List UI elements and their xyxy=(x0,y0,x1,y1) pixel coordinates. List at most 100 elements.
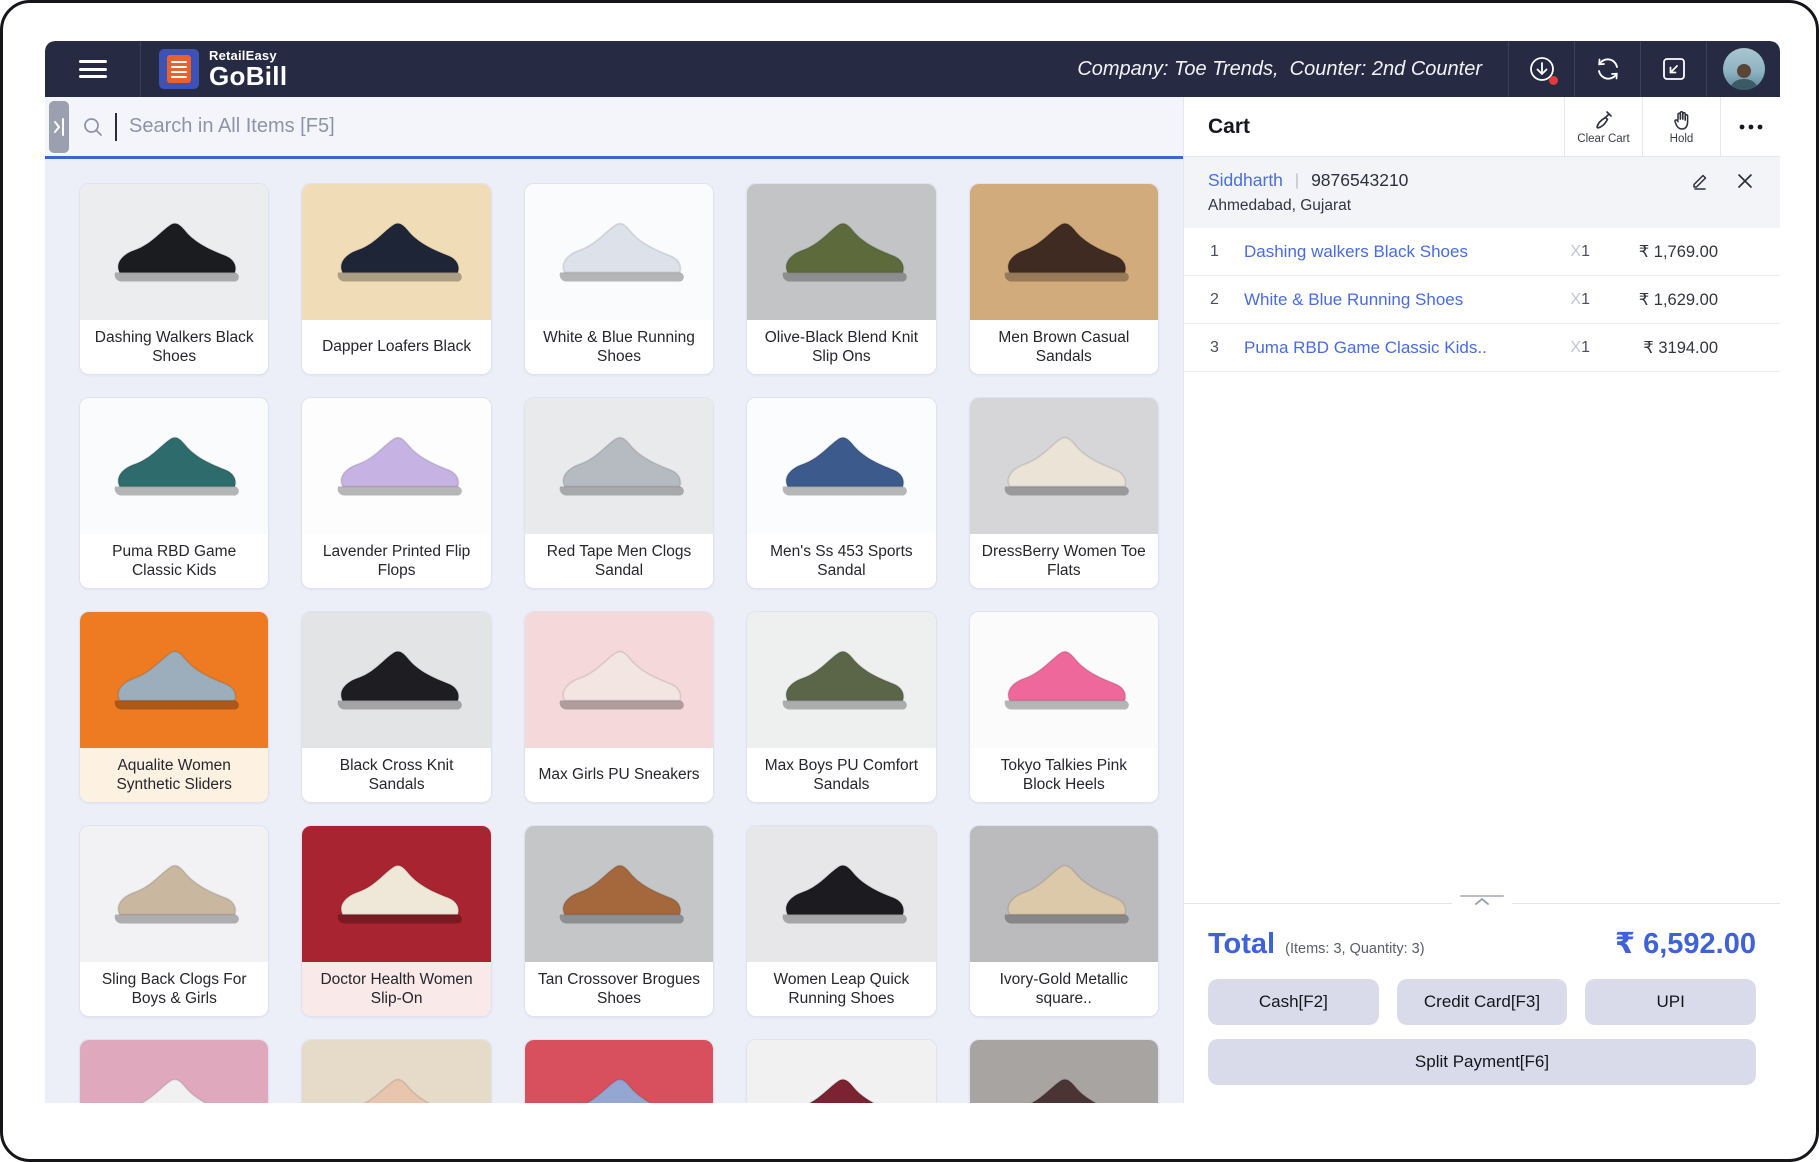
product-image xyxy=(525,398,713,534)
cart-item-name[interactable]: White & Blue Running Shoes xyxy=(1244,290,1534,310)
pay-cash-button[interactable]: Cash[F2] xyxy=(1208,979,1379,1025)
search-bar xyxy=(45,97,1183,159)
product-card[interactable]: Max Boys PU Comfort Sandals xyxy=(746,611,936,803)
shoe-icon xyxy=(329,1072,465,1103)
cart-item-name[interactable]: Dashing walkers Black Shoes xyxy=(1244,242,1534,262)
product-card[interactable]: Puma RBD Game Classic Kids xyxy=(79,397,269,589)
cart-item-quantity: X1 xyxy=(1534,291,1590,309)
exit-fullscreen-icon xyxy=(1660,55,1688,83)
hamburger-menu-button[interactable] xyxy=(45,41,141,97)
product-card[interactable]: Ivory-Gold Metallic square.. xyxy=(969,825,1159,1017)
product-image xyxy=(80,184,268,320)
exit-fullscreen-button[interactable] xyxy=(1640,41,1706,97)
edit-customer-button[interactable] xyxy=(1690,171,1710,191)
cart-item-row[interactable]: 2 White & Blue Running Shoes X1 ₹ 1,629.… xyxy=(1184,276,1780,324)
product-card[interactable] xyxy=(524,1039,714,1103)
shoe-icon xyxy=(329,644,465,716)
panel-collapse-handle[interactable] xyxy=(49,101,69,153)
navbar-spacer xyxy=(305,41,1077,97)
cart-item-row[interactable]: 3 Puma RBD Game Classic Kids.. X1 ₹ 3194… xyxy=(1184,324,1780,372)
product-card[interactable]: Men's Ss 453 Sports Sandal xyxy=(746,397,936,589)
product-card[interactable] xyxy=(79,1039,269,1103)
customer-name[interactable]: Siddharth xyxy=(1208,170,1283,191)
product-image xyxy=(302,826,490,962)
download-button[interactable] xyxy=(1508,41,1574,97)
product-name: Olive-Black Blend Knit Slip Ons xyxy=(747,320,935,374)
pencil-icon xyxy=(1690,171,1710,191)
avatar xyxy=(1723,48,1765,90)
cart-item-price: ₹ 1,769.00 xyxy=(1590,242,1718,262)
shoe-icon xyxy=(996,1072,1132,1103)
product-name: Men's Ss 453 Sports Sandal xyxy=(747,534,935,588)
product-card[interactable]: Olive-Black Blend Knit Slip Ons xyxy=(746,183,936,375)
ellipsis-icon xyxy=(1739,124,1763,130)
shoe-icon xyxy=(551,858,687,930)
footer-collapse-handle[interactable] xyxy=(1452,895,1512,905)
total-label: Total xyxy=(1208,928,1275,961)
cart-pane: Cart Clear Cart xyxy=(1183,97,1780,1103)
clear-cart-label: Clear Cart xyxy=(1577,133,1629,145)
cart-item-name[interactable]: Puma RBD Game Classic Kids.. xyxy=(1244,338,1534,358)
shoe-icon xyxy=(551,1072,687,1103)
product-card[interactable]: Doctor Health Women Slip-On xyxy=(301,825,491,1017)
search-input-wrap xyxy=(81,113,1169,141)
product-image xyxy=(302,398,490,534)
total-meta: (Items: 3, Quantity: 3) xyxy=(1285,941,1424,957)
product-image xyxy=(747,1040,935,1103)
product-card[interactable]: Black Cross Knit Sandals xyxy=(301,611,491,803)
product-image xyxy=(970,398,1158,534)
product-card[interactable]: White & Blue Running Shoes xyxy=(524,183,714,375)
hamburger-icon xyxy=(79,60,107,78)
total-row: Total (Items: 3, Quantity: 3) ₹ 6,592.00 xyxy=(1208,926,1756,961)
product-card[interactable]: Aqualite Women Synthetic Sliders xyxy=(79,611,269,803)
remove-customer-button[interactable] xyxy=(1736,172,1754,190)
product-card[interactable] xyxy=(969,1039,1159,1103)
cart-more-button[interactable] xyxy=(1720,97,1780,156)
cart-item-row[interactable]: 1 Dashing walkers Black Shoes X1 ₹ 1,769… xyxy=(1184,228,1780,276)
search-input[interactable] xyxy=(127,114,1169,139)
quantity-x: X xyxy=(1570,243,1581,260)
product-card[interactable]: Men Brown Casual Sandals xyxy=(969,183,1159,375)
shoe-icon xyxy=(106,858,242,930)
product-card[interactable]: DressBerry Women Toe Flats xyxy=(969,397,1159,589)
shoe-icon xyxy=(774,1072,910,1103)
product-card[interactable] xyxy=(746,1039,936,1103)
shoe-icon xyxy=(774,216,910,288)
pay-credit-card-button[interactable]: Credit Card[F3] xyxy=(1397,979,1568,1025)
close-icon xyxy=(1736,172,1754,190)
clear-cart-button[interactable]: Clear Cart xyxy=(1564,97,1642,156)
refresh-button[interactable] xyxy=(1574,41,1640,97)
logo-mark-icon xyxy=(159,49,199,89)
payment-buttons-row: Cash[F2] Credit Card[F3] UPI xyxy=(1208,979,1756,1025)
product-image xyxy=(970,184,1158,320)
product-card[interactable]: Sling Back Clogs For Boys & Girls xyxy=(79,825,269,1017)
customer-location: Ahmedabad, Gujarat xyxy=(1208,197,1754,215)
product-image xyxy=(970,612,1158,748)
refresh-icon xyxy=(1593,54,1623,84)
product-card[interactable]: Dashing Walkers Black Shoes xyxy=(79,183,269,375)
product-image xyxy=(80,826,268,962)
product-card[interactable]: Women Leap Quick Running Shoes xyxy=(746,825,936,1017)
cart-header: Cart Clear Cart xyxy=(1184,97,1780,157)
pay-upi-button[interactable]: UPI xyxy=(1585,979,1756,1025)
cart-item-price: ₹ 1,629.00 xyxy=(1590,290,1718,310)
product-card[interactable]: Tan Crossover Brogues Shoes xyxy=(524,825,714,1017)
shoe-icon xyxy=(774,644,910,716)
hold-button[interactable]: Hold xyxy=(1642,97,1720,156)
product-card[interactable]: Red Tape Men Clogs Sandal xyxy=(524,397,714,589)
quantity-x: X xyxy=(1570,291,1581,308)
split-payment-button[interactable]: Split Payment[F6] xyxy=(1208,1039,1756,1085)
product-image xyxy=(970,826,1158,962)
product-image xyxy=(525,826,713,962)
app-body: Dashing Walkers Black Shoes Dapper Loafe… xyxy=(45,97,1780,1103)
product-card[interactable]: Lavender Printed Flip Flops xyxy=(301,397,491,589)
product-image xyxy=(747,612,935,748)
product-card[interactable]: Max Girls PU Sneakers xyxy=(524,611,714,803)
shoe-icon xyxy=(996,858,1132,930)
customer-phone: 9876543210 xyxy=(1311,170,1408,191)
product-card[interactable]: Tokyo Talkies Pink Block Heels xyxy=(969,611,1159,803)
product-card[interactable]: Dapper Loafers Black xyxy=(301,183,491,375)
product-name: Doctor Health Women Slip-On xyxy=(302,962,490,1016)
user-avatar-button[interactable] xyxy=(1706,41,1780,97)
product-card[interactable] xyxy=(301,1039,491,1103)
